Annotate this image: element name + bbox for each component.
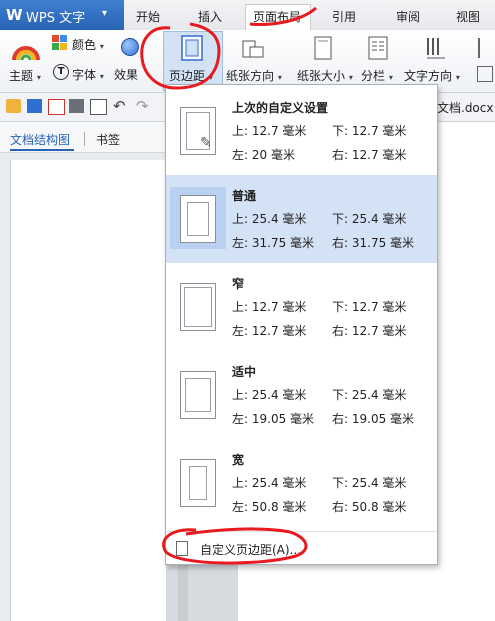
margin-left: 左: 31.75 毫米 (232, 236, 315, 250)
margin-right: 右: 12.7 毫米 (332, 148, 407, 162)
margin-right: 右: 12.7 毫米 (332, 324, 407, 338)
tab-page-layout[interactable]: 页面布局 (253, 8, 301, 25)
text-direction-button[interactable]: 文字方向 ▾ (404, 67, 460, 84)
tab-divider (84, 132, 85, 146)
edit-pencil-icon: ✎ (200, 135, 212, 151)
margin-option-narrow[interactable]: 窄 上: 12.7 毫米 下: 12.7 毫米 左: 12.7 毫米 右: 12… (166, 263, 437, 351)
paper-size-icon[interactable] (313, 35, 333, 61)
margin-option-wide[interactable]: 宽 上: 25.4 毫米 下: 25.4 毫米 左: 50.8 毫米 右: 50… (166, 439, 437, 527)
active-tab-underline (10, 149, 74, 151)
caret-icon: ▾ (388, 73, 393, 82)
page-preview-icon (180, 195, 216, 243)
tab-insert[interactable]: 插入 (198, 8, 222, 25)
orientation-icon[interactable] (242, 35, 264, 61)
effect-icon[interactable] (121, 38, 139, 56)
theme-label: 主题 (9, 69, 34, 83)
page-preview-icon (180, 459, 216, 507)
caret-icon: ▾ (455, 73, 460, 82)
undo-icon[interactable]: ↶ (113, 97, 126, 115)
redo-icon[interactable]: ↷ (136, 97, 149, 115)
margin-left: 左: 50.8 毫米 (232, 500, 307, 514)
font-icon: T (53, 64, 69, 80)
option-name: 窄 (232, 277, 245, 291)
custom-margins-label: 自定义页边距(A)... (200, 543, 302, 557)
tab-references[interactable]: 引用 (332, 8, 356, 25)
margin-right: 右: 31.75 毫米 (332, 236, 415, 250)
columns-label: 分栏 (361, 69, 386, 83)
text-direction-icon[interactable] (425, 35, 447, 61)
app-name: WPS 文字 (26, 11, 86, 26)
wps-logo: W (6, 6, 23, 24)
color-label: 颜色 (72, 38, 97, 52)
paper-size-button[interactable]: 纸张大小 ▾ (297, 67, 353, 84)
theme-icon[interactable] (12, 36, 40, 62)
print-preview-icon[interactable] (90, 99, 107, 115)
margin-top: 上: 12.7 毫米 (232, 300, 307, 314)
font-button[interactable]: 字体 ▾ (72, 66, 104, 83)
option-name: 上次的自定义设置 (232, 101, 329, 115)
save-icon[interactable] (27, 99, 42, 113)
margin-right: 右: 19.05 毫米 (332, 412, 415, 426)
columns-button[interactable]: 分栏 ▾ (361, 67, 393, 84)
page-setup-icon (176, 541, 188, 556)
margin-bottom: 下: 25.4 毫米 (332, 212, 407, 226)
caret-icon: ▾ (36, 73, 41, 82)
tab-bookmarks[interactable]: 书签 (96, 131, 120, 148)
more-tools-icon[interactable] (477, 66, 493, 82)
option-name: 普通 (232, 189, 257, 203)
margins-label: 页边距 (169, 69, 206, 83)
tab-review[interactable]: 审阅 (396, 8, 420, 25)
tab-view[interactable]: 视图 (456, 8, 480, 25)
app-menu-button[interactable]: W WPS 文字 ▾ (0, 0, 124, 30)
orientation-label: 纸张方向 (226, 69, 275, 83)
outline-list (10, 160, 166, 621)
margin-option-last-custom[interactable]: 上次的自定义设置 ✎ 上: 12.7 毫米 下: 12.7 毫米 左: 20 毫… (166, 87, 437, 175)
page-preview-icon (180, 283, 216, 331)
document-title[interactable]: 文档.docx (437, 99, 493, 116)
print-icon[interactable] (69, 99, 84, 113)
margin-left: 左: 12.7 毫米 (232, 324, 307, 338)
margin-bottom: 下: 25.4 毫米 (332, 476, 407, 490)
caret-icon: ▾ (99, 72, 104, 81)
caret-icon: ▾ (348, 73, 353, 82)
caret-icon: ▾ (99, 42, 104, 51)
tab-document-outline[interactable]: 文档结构图 (10, 131, 70, 148)
margins-dropdown: 上次的自定义设置 ✎ 上: 12.7 毫米 下: 12.7 毫米 左: 20 毫… (165, 84, 438, 565)
margins-label-wrap: 页边距 ▾ (169, 67, 213, 84)
page-preview-icon (180, 371, 216, 419)
color-icon[interactable] (52, 35, 68, 51)
margin-right: 右: 50.8 毫米 (332, 500, 407, 514)
size-label: 纸张大小 (297, 69, 346, 83)
margin-top: 上: 25.4 毫米 (232, 388, 307, 402)
margin-option-moderate[interactable]: 适中 上: 25.4 毫米 下: 25.4 毫米 左: 19.05 毫米 右: … (166, 351, 437, 439)
columns-icon[interactable] (368, 35, 388, 61)
custom-margins-item[interactable]: 自定义页边距(A)... (166, 531, 437, 564)
margin-option-normal[interactable]: 普通 上: 25.4 毫米 下: 25.4 毫米 左: 31.75 毫米 右: … (166, 175, 437, 263)
effect-button[interactable]: 效果 (114, 66, 138, 83)
caret-icon: ▾ (208, 73, 213, 82)
margin-bottom: 下: 25.4 毫米 (332, 388, 407, 402)
text-direction-label: 文字方向 (404, 69, 453, 83)
open-folder-icon[interactable] (6, 99, 21, 113)
option-name: 适中 (232, 365, 257, 379)
page-margins-icon (181, 35, 203, 61)
color-button[interactable]: 颜色 ▾ (72, 36, 104, 53)
chevron-down-icon: ▾ (102, 8, 108, 19)
tab-home[interactable]: 开始 (136, 8, 160, 25)
export-pdf-icon[interactable] (48, 99, 65, 115)
theme-button[interactable]: 主题 ▾ (9, 67, 41, 84)
caret-icon: ▾ (277, 73, 282, 82)
font-label: 字体 (72, 68, 97, 82)
margin-left: 左: 20 毫米 (232, 148, 295, 162)
margin-bottom: 下: 12.7 毫米 (332, 300, 407, 314)
more-tools-icon[interactable] (478, 38, 494, 58)
margin-left: 左: 19.05 毫米 (232, 412, 315, 426)
orientation-button[interactable]: 纸张方向 ▾ (226, 67, 282, 84)
margin-bottom: 下: 12.7 毫米 (332, 124, 407, 138)
margin-top: 上: 25.4 毫米 (232, 212, 307, 226)
option-name: 宽 (232, 453, 245, 467)
margin-top: 上: 12.7 毫米 (232, 124, 307, 138)
margin-top: 上: 25.4 毫米 (232, 476, 307, 490)
